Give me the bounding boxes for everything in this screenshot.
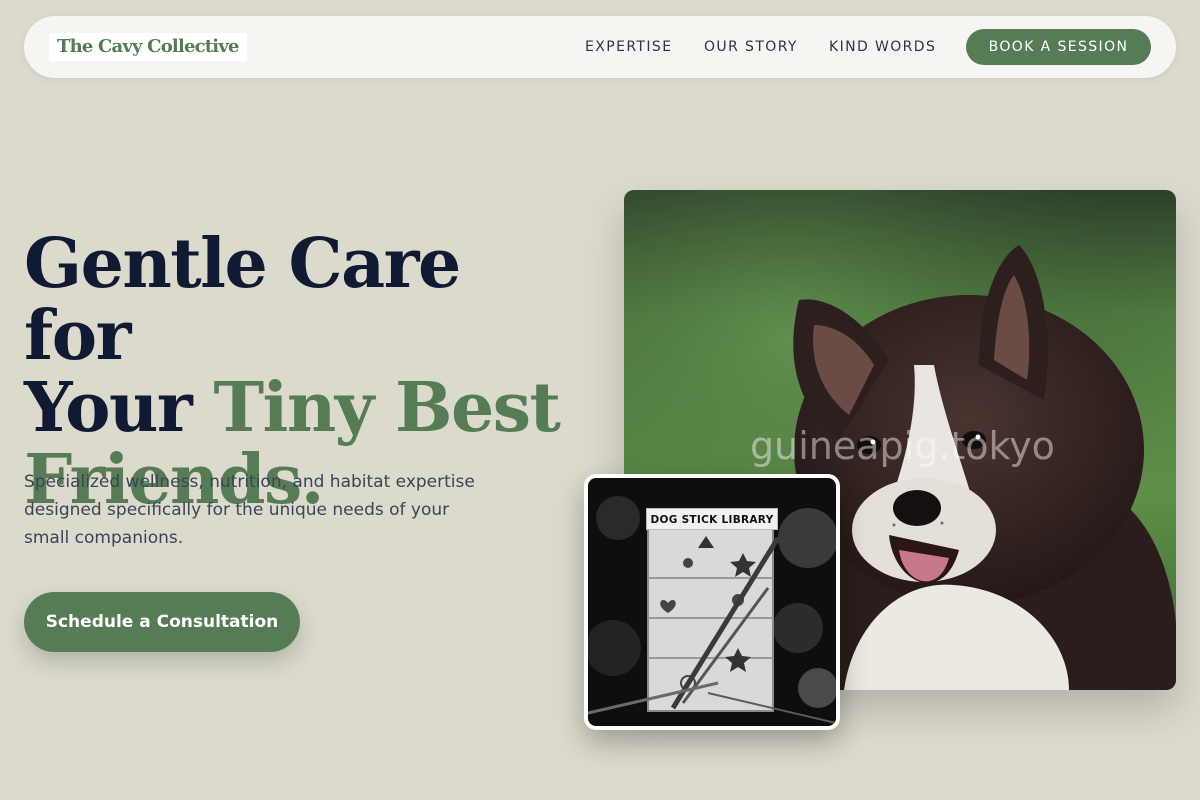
headline-line-2-accent: Tiny Best <box>213 368 561 448</box>
nav-link-our-story[interactable]: OUR STORY <box>704 38 798 56</box>
inset-photo-card: DOG STICK LIBRARY <box>584 474 840 730</box>
sign-label: DOG STICK LIBRARY <box>646 508 778 530</box>
headline-line-1: Gentle Care for <box>24 224 461 376</box>
brand-logo[interactable]: The Cavy Collective <box>49 33 247 61</box>
inset-photo: DOG STICK LIBRARY <box>588 478 836 726</box>
nav-link-kind-words[interactable]: KIND WORDS <box>829 38 936 56</box>
top-navigation-bar: The Cavy Collective EXPERTISE OUR STORY … <box>24 16 1176 78</box>
nav-link-expertise[interactable]: EXPERTISE <box>585 38 672 56</box>
image-watermark: guineapig.tokyo <box>750 424 1055 468</box>
hero-subtext: Specialized wellness, nutrition, and hab… <box>24 472 475 548</box>
headline-line-2-plain: Your <box>24 368 214 448</box>
book-session-button[interactable]: BOOK A SESSION <box>966 29 1151 65</box>
schedule-consultation-button[interactable]: Schedule a Consultation <box>24 592 300 652</box>
